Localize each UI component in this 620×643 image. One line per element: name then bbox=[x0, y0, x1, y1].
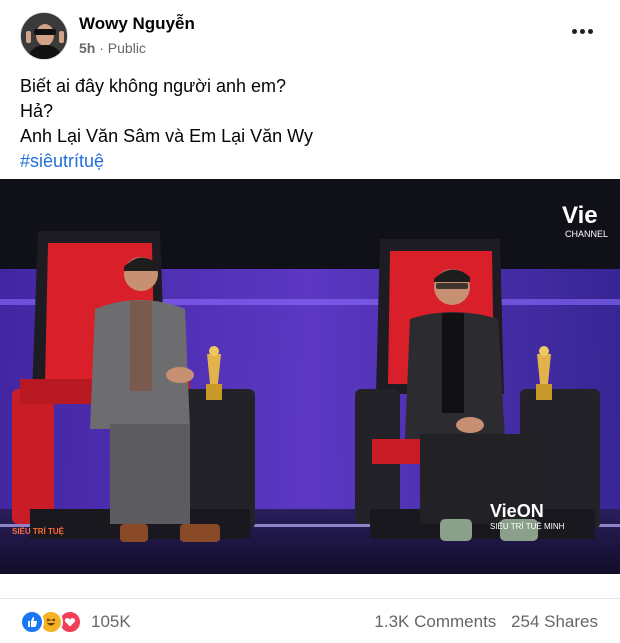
more-dot-icon bbox=[587, 28, 593, 34]
reaction-count[interactable]: 105K bbox=[91, 612, 131, 632]
more-dot-icon bbox=[579, 28, 585, 34]
author-avatar[interactable] bbox=[20, 12, 68, 60]
post-text-line: Anh Lại Văn Sâm và Em Lại Văn Wy bbox=[20, 126, 313, 146]
facebook-post: Wowy Nguyễn 5h · Public Biết ai đây khôn… bbox=[0, 0, 620, 642]
post-header: Wowy Nguyễn 5h · Public bbox=[20, 12, 604, 62]
channel-logo-sub: CHANNEL bbox=[565, 229, 608, 239]
hashtag-link[interactable]: #siêutrítuệ bbox=[20, 149, 600, 174]
show-logo-sub: SIÊU TRÍ TUỆ MINH bbox=[490, 522, 565, 531]
meta-separator: · bbox=[99, 40, 104, 56]
post-time[interactable]: 5h bbox=[79, 40, 95, 56]
more-dot-icon bbox=[571, 28, 577, 34]
reactions-summary[interactable]: 105K bbox=[20, 610, 131, 634]
engagement-stats: 1.3K Comments 254 Shares bbox=[374, 612, 598, 632]
channel-logo-text: Vie bbox=[562, 202, 598, 229]
tv-studio-image: Vie CHANNEL VieON SIÊU TRÍ TUỆ MINH SIÊU… bbox=[0, 179, 620, 574]
post-footer: 105K 1.3K Comments 254 Shares bbox=[0, 598, 620, 643]
corner-logo-text: SIÊU TRÍ TUỆ bbox=[12, 527, 65, 536]
post-text-line: Biết ai đây không người anh em? bbox=[20, 76, 287, 96]
post-text: Biết ai đây không người anh em? Hả? Anh … bbox=[20, 74, 600, 174]
show-logo-text: VieON bbox=[490, 501, 544, 521]
privacy-label: Public bbox=[107, 40, 146, 56]
author-name[interactable]: Wowy Nguyễn bbox=[79, 14, 195, 34]
shares-count-link[interactable]: 254 Shares bbox=[511, 612, 598, 631]
more-options-button[interactable] bbox=[564, 16, 600, 46]
like-icon bbox=[20, 610, 44, 634]
show-corner-logo: SIÊU TRÍ TUỆ bbox=[12, 527, 65, 536]
post-photo[interactable]: Vie CHANNEL VieON SIÊU TRÍ TUỆ MINH SIÊU… bbox=[0, 179, 620, 574]
post-meta: 5h · Public bbox=[79, 40, 146, 56]
post-text-line: Hả? bbox=[20, 101, 54, 121]
comments-count-link[interactable]: 1.3K Comments bbox=[374, 612, 496, 631]
avatar-image bbox=[21, 13, 67, 59]
